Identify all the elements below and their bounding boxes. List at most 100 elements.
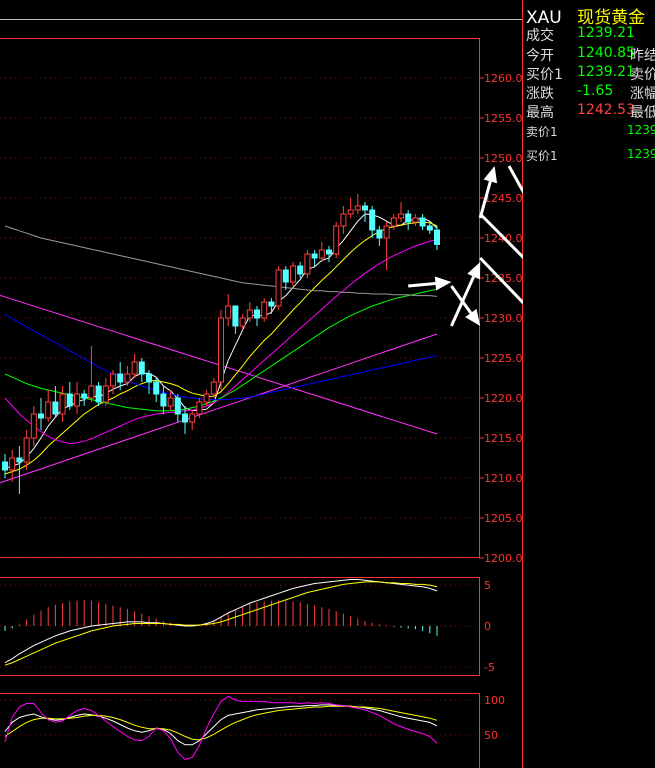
candle-body (383, 225, 390, 239)
candle (261, 298, 268, 322)
candle-body (59, 393, 66, 415)
candle-body (362, 205, 368, 211)
orderbook-bid-row: 买价1 1239 (526, 147, 655, 165)
candle-body (426, 225, 433, 231)
candle-body (74, 393, 80, 407)
quote-value: -1.65 (577, 83, 614, 99)
price-tick-label: 1245.0 (484, 192, 523, 205)
candle (347, 198, 354, 218)
candle (369, 206, 376, 238)
candle (189, 410, 196, 430)
candle (354, 194, 361, 214)
candle-body (369, 209, 376, 231)
candle-body (203, 393, 210, 403)
arrow-head (465, 308, 481, 326)
candle-body (102, 385, 109, 403)
candle-body (110, 373, 116, 387)
forecast-arrow (408, 276, 452, 291)
orderbook-label: 卖价1 (526, 125, 558, 139)
kdj-tick-label: 100 (484, 694, 505, 707)
candle-body (268, 301, 275, 307)
quote-extra-label: 卖价 (630, 67, 655, 83)
candle (102, 378, 109, 406)
candle (434, 226, 440, 250)
candle (153, 378, 160, 402)
candle (254, 306, 260, 326)
kdj-j-line (4, 695, 438, 761)
price-tick-label: 1210.0 (484, 472, 523, 485)
candle (333, 222, 340, 258)
candle (398, 202, 404, 222)
quote-extra-label: 昨结 (630, 48, 655, 64)
price-tick-label: 1250.0 (484, 152, 523, 165)
candle (95, 382, 102, 406)
candle (290, 262, 296, 286)
candle (326, 246, 332, 262)
candle-body (239, 317, 246, 327)
candle (45, 390, 52, 422)
candle-body (146, 373, 152, 383)
price-tick-label: 1205.0 (484, 512, 523, 525)
quote-value: 1239.21 (577, 25, 635, 41)
candle-body (434, 229, 440, 245)
candle-body (390, 217, 397, 227)
candle (59, 386, 66, 422)
candle-body (405, 213, 412, 223)
candle-body (261, 301, 268, 319)
candle-body (124, 373, 131, 383)
candle (268, 298, 275, 314)
candle (282, 266, 289, 290)
candle-body (45, 401, 52, 419)
candle-body (210, 381, 217, 395)
candle (2, 454, 8, 478)
quote-label: 成交 (526, 28, 554, 44)
price-tick-label: 1215.0 (484, 432, 523, 445)
arrow-head (483, 166, 498, 184)
candle-body (2, 461, 8, 471)
candle-body (354, 205, 361, 211)
candle-body (318, 249, 325, 259)
candle (311, 250, 318, 266)
candle (275, 266, 282, 310)
candle (138, 358, 145, 382)
orderbook-ask-row: 卖价1 1239 (526, 123, 655, 141)
candle (383, 222, 390, 270)
candle (297, 262, 304, 278)
candle (160, 386, 167, 414)
quote-extra-label: 涨幅 (630, 86, 655, 102)
candle-body (297, 265, 304, 275)
quote-label: 涨跌 (526, 86, 554, 102)
candle (9, 450, 16, 482)
candle-body (304, 253, 311, 275)
candle-body (275, 269, 282, 307)
candle-body (326, 249, 332, 255)
candle-body (167, 397, 174, 407)
candle-body (138, 361, 145, 375)
candle (38, 398, 44, 430)
quote-label: 最高 (526, 105, 554, 121)
candle-body (153, 381, 160, 395)
candle (318, 242, 325, 262)
quote-value: 1240.85 (577, 45, 635, 61)
candle-body (38, 413, 44, 419)
candle-body (398, 213, 404, 219)
candle-body (290, 265, 296, 283)
candle (218, 310, 224, 390)
candle (30, 406, 37, 446)
candle-body (81, 393, 88, 399)
candle-body (333, 225, 340, 255)
quote-value: 1242.53 (577, 102, 635, 118)
candle (405, 210, 412, 230)
candle-body (347, 209, 354, 215)
candle-body (30, 413, 37, 439)
quote-label: 今开 (526, 48, 554, 64)
quote-extra-label: 最低 (630, 105, 655, 121)
candle (88, 346, 95, 402)
candle-body (117, 373, 124, 383)
candle (203, 390, 210, 406)
arrow-head (434, 276, 452, 291)
candle (66, 382, 73, 410)
candle (225, 294, 232, 326)
candle (74, 382, 80, 414)
candle (340, 206, 347, 234)
